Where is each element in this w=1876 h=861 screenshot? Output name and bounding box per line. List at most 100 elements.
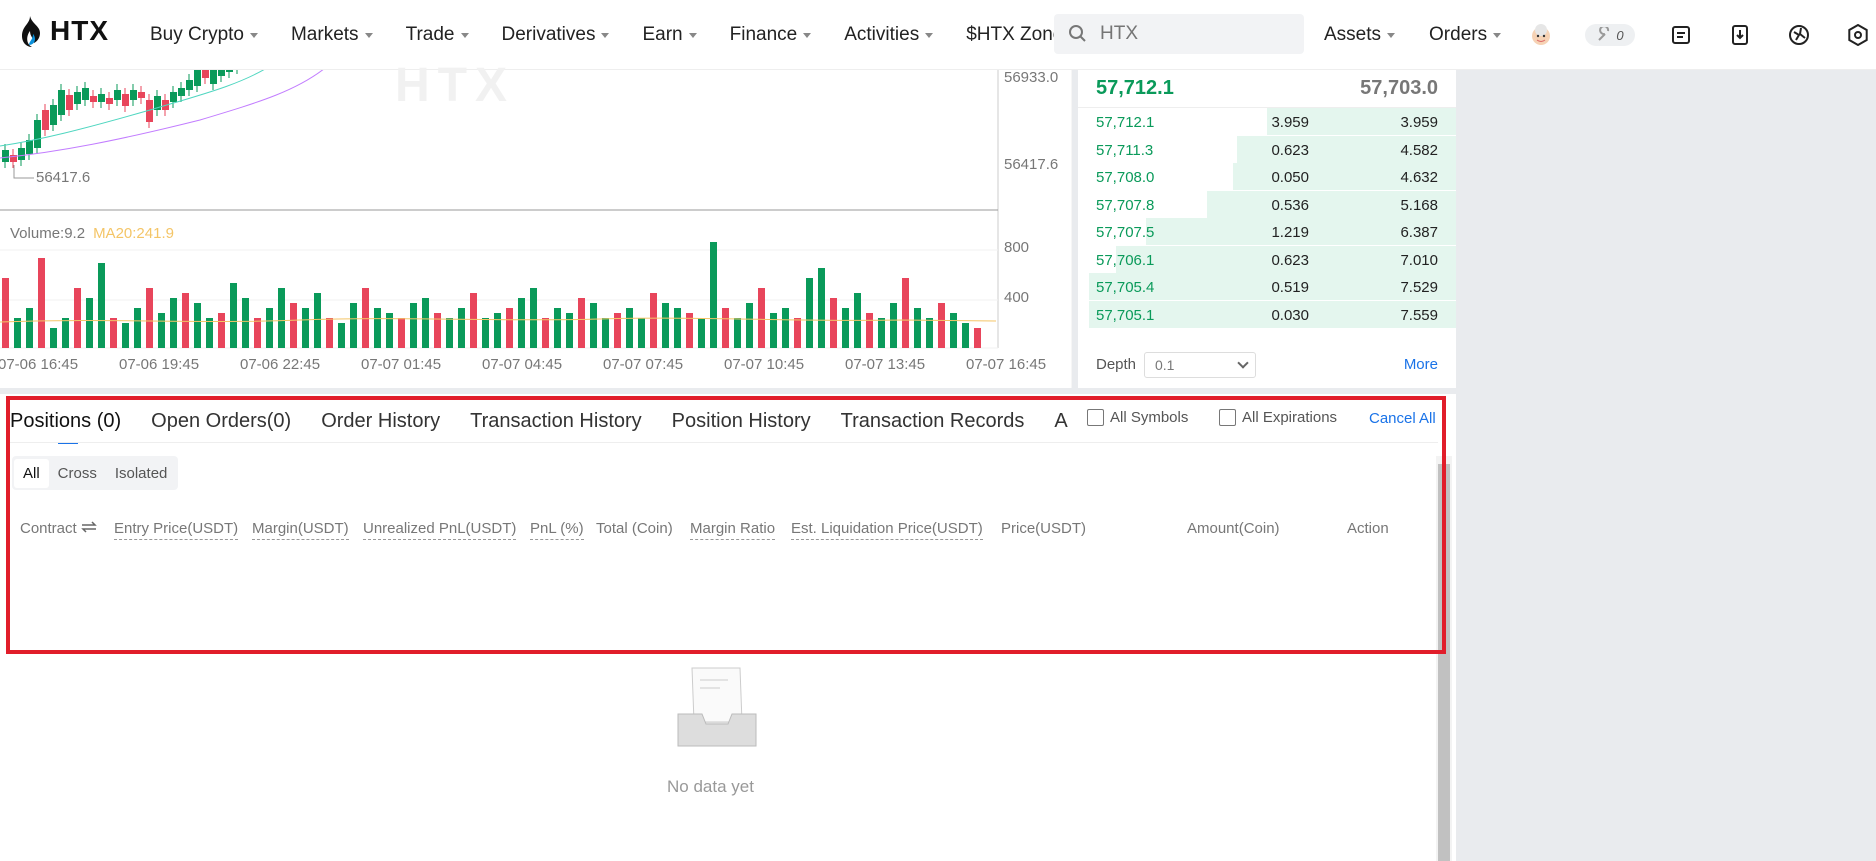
highlight-frame xyxy=(6,396,1446,654)
volume-bar xyxy=(2,278,9,348)
volume-bar xyxy=(602,318,609,348)
volume-bar xyxy=(554,308,561,348)
volume-bar xyxy=(950,313,957,348)
ask-total: 7.559 xyxy=(1400,306,1438,324)
candle-body xyxy=(50,105,57,125)
download-button[interactable] xyxy=(1727,22,1753,48)
candle-body xyxy=(178,88,185,96)
candle-body xyxy=(74,92,81,104)
nav-assets[interactable]: Assets xyxy=(1324,24,1396,46)
ask-price: 57,708.0 xyxy=(1096,169,1155,186)
globe-icon xyxy=(1789,25,1809,45)
order-book-row[interactable]: 57,711.3 0.623 4.582 xyxy=(1078,135,1456,163)
volume-bar xyxy=(866,313,873,348)
nav-activities[interactable]: Activities xyxy=(844,24,934,46)
candle-body xyxy=(170,92,177,102)
caret-down-icon xyxy=(364,32,373,38)
candle-body xyxy=(114,90,121,100)
order-book-row[interactable]: 57,707.5 1.219 6.387 xyxy=(1078,218,1456,245)
volume-axis-tick: 800 xyxy=(1004,239,1030,256)
main-nav: Buy Crypto Markets Trade Derivatives Ear… xyxy=(150,0,1110,70)
volume-label: Volume:9.2 MA20:241.9 xyxy=(10,225,174,242)
candle-body xyxy=(98,94,105,102)
nav-label: Earn xyxy=(642,24,683,45)
volume-bar xyxy=(194,303,201,348)
order-book-row[interactable]: 57,708.0 0.050 4.632 xyxy=(1078,163,1456,190)
time-axis-tick: 07-06 19:45 xyxy=(119,356,200,373)
volume-bar xyxy=(122,323,129,348)
time-axis-tick: 07-07 16:45 xyxy=(966,356,1047,373)
logo-text: HTX xyxy=(50,15,109,46)
volume-bar xyxy=(266,308,273,348)
caret-down-icon xyxy=(460,32,469,38)
candle-body xyxy=(210,70,217,84)
nav-orders[interactable]: Orders xyxy=(1429,24,1502,46)
volume-bar xyxy=(590,303,597,348)
top-navigation-bar: HTX Buy Crypto Markets Trade Derivatives… xyxy=(0,0,1876,70)
orders-doc-button[interactable] xyxy=(1668,22,1694,48)
search-box[interactable] xyxy=(1054,14,1304,54)
volume-bar xyxy=(446,318,453,348)
ask-price: 57,705.1 xyxy=(1096,306,1155,324)
nav-label: Derivatives xyxy=(501,24,596,45)
volume-bar xyxy=(434,313,441,348)
nav-label: Markets xyxy=(290,24,359,45)
settings-icon xyxy=(1848,24,1868,46)
order-book-row[interactable]: 57,707.8 0.536 5.168 xyxy=(1078,190,1456,218)
ask-amount: 0.623 xyxy=(1271,141,1309,159)
volume-bar xyxy=(158,313,165,348)
search-input[interactable] xyxy=(1100,23,1280,45)
order-book-row[interactable]: 57,705.1 0.030 7.559 xyxy=(1078,300,1456,328)
order-book-row[interactable]: 57,705.4 0.519 7.529 xyxy=(1078,273,1456,300)
avatar[interactable] xyxy=(1528,22,1554,48)
volume-bar xyxy=(794,318,801,348)
volume-bar xyxy=(962,323,969,348)
nav-buy-crypto[interactable]: Buy Crypto xyxy=(150,24,258,46)
download-icon xyxy=(1732,25,1748,45)
time-axis-tick: 07-07 01:45 xyxy=(361,356,442,373)
ask-price: 57,711.3 xyxy=(1096,141,1154,159)
notification-badge[interactable]: 0 xyxy=(1585,24,1635,46)
chevron-down-icon xyxy=(1237,357,1249,369)
candle-body xyxy=(42,110,49,130)
volume-bar xyxy=(650,293,657,348)
volume-bar xyxy=(374,308,381,348)
caret-down-icon xyxy=(925,32,934,38)
ask-amount: 3.959 xyxy=(1271,114,1309,131)
volume-bar xyxy=(578,298,585,348)
volume-bar xyxy=(770,313,777,348)
price-chart-panel[interactable]: HTX 56933.0 56417.6 56417.6 Volume:9.2 MA… xyxy=(0,59,1072,388)
volume-bar xyxy=(398,318,405,348)
caret-down-icon xyxy=(1493,32,1502,38)
more-link[interactable]: More xyxy=(1404,356,1438,373)
order-book-row[interactable]: 57,712.1 3.959 3.959 xyxy=(1078,108,1456,135)
volume-bar xyxy=(530,288,537,348)
nav-label: Assets xyxy=(1324,24,1382,45)
volume-bar xyxy=(290,303,297,348)
language-button[interactable] xyxy=(1786,22,1812,48)
nav-finance[interactable]: Finance xyxy=(730,24,812,46)
volume-bar xyxy=(710,242,717,348)
candle-body xyxy=(26,140,33,154)
volume-bar xyxy=(890,303,897,348)
volume-bar xyxy=(974,328,981,348)
volume-bar xyxy=(206,318,213,348)
volume-bar xyxy=(470,293,477,348)
htx-logo[interactable]: HTX xyxy=(16,14,109,48)
nav-earn[interactable]: Earn xyxy=(642,24,697,46)
volume-bar xyxy=(758,288,765,348)
depth-select[interactable]: 0.1 xyxy=(1144,352,1256,378)
candle-body xyxy=(106,98,113,104)
nav-markets[interactable]: Markets xyxy=(291,24,373,46)
candle-body xyxy=(186,80,193,90)
volume-bar xyxy=(350,303,357,348)
nav-derivatives[interactable]: Derivatives xyxy=(502,24,610,46)
volume-axis-tick: 400 xyxy=(1004,289,1030,306)
document-icon xyxy=(1672,26,1690,44)
nav-trade[interactable]: Trade xyxy=(406,24,469,46)
settings-button[interactable] xyxy=(1845,22,1871,48)
time-axis-tick: 07-07 07:45 xyxy=(603,356,684,373)
ask-total: 4.632 xyxy=(1400,169,1438,186)
volume-bar xyxy=(38,258,45,348)
order-book-row[interactable]: 57,706.1 0.623 7.010 xyxy=(1078,245,1456,273)
